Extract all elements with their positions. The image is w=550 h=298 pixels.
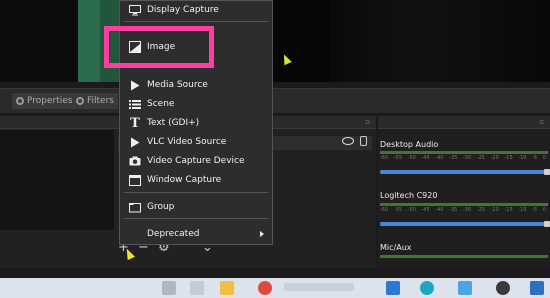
taskbar-search-text [284, 283, 354, 291]
obs-icon[interactable] [496, 281, 510, 295]
menu-item-video-capture-device[interactable]: Video Capture Device [120, 152, 272, 170]
gear-icon [16, 97, 24, 105]
menu-item-label: Group [147, 202, 175, 212]
scenes-list[interactable] [0, 130, 118, 230]
camera-icon [128, 154, 142, 168]
filters-label: Filters [87, 96, 114, 106]
monitor-icon [128, 3, 142, 17]
highlight-box [104, 26, 214, 68]
menu-item-label: Window Capture [147, 175, 222, 185]
dock-float-icon[interactable]: ▫ [539, 118, 544, 126]
list-icon [128, 97, 142, 111]
meter-scale: -60 -55 -50 -45 -40 -35 -30 -25 -20 -15 -10 -5 0 [380, 155, 546, 161]
app-icon[interactable] [190, 281, 204, 295]
menu-item-vlc-video-source[interactable]: VLC Video Source [120, 133, 272, 151]
vscode-icon[interactable] [386, 281, 400, 295]
video-preview-band [330, 0, 550, 82]
mixer-channel-name: Mic/Aux [380, 243, 412, 252]
filter-icon [76, 97, 84, 105]
app-icon[interactable] [458, 281, 472, 295]
menu-item-label: Scene [147, 99, 175, 109]
eye-icon[interactable] [342, 137, 354, 145]
properties-button[interactable]: Properties [12, 93, 77, 109]
submenu-arrow-icon [260, 231, 264, 237]
window-icon [128, 173, 142, 187]
menu-item-label: VLC Video Source [147, 137, 227, 147]
menu-item-label: Deprecated [147, 229, 200, 239]
menu-item-scene[interactable]: Scene [120, 95, 272, 113]
menu-item-display-capture[interactable]: Display Capture [120, 1, 272, 19]
menu-item-text-gdi[interactable]: T Text (GDI+) [120, 114, 272, 132]
mixer-channel-name: Desktop Audio [380, 140, 439, 149]
taskbar [0, 278, 550, 298]
menu-item-label: Video Capture Device [147, 156, 245, 166]
fader-handle[interactable] [544, 169, 550, 175]
menu-item-label: Media Source [147, 80, 208, 90]
mixer-channel-name: Logitech C920 [380, 191, 438, 200]
folder-icon[interactable] [220, 281, 234, 295]
volume-meter [380, 203, 548, 206]
menu-item-group[interactable]: Group [120, 198, 272, 216]
fader-handle[interactable] [544, 221, 550, 227]
menu-item-media-source[interactable]: Media Source [120, 76, 272, 94]
meter-scale: -60 -55 -50 -45 -40 -35 -30 -25 -20 -15 -10 -5 0 [380, 207, 546, 213]
menu-item-deprecated[interactable]: Deprecated [120, 225, 272, 243]
source-toolbar: Properties Filters [0, 88, 550, 113]
browser-icon[interactable] [258, 281, 272, 295]
volume-fader[interactable] [380, 170, 548, 174]
menu-item-label: Display Capture [147, 5, 219, 15]
app-icon[interactable] [530, 281, 544, 295]
text-icon: T [130, 115, 140, 131]
folder-icon [128, 200, 142, 214]
menu-item-label: Text (GDI+) [147, 118, 200, 128]
menu-separator [124, 192, 268, 193]
volume-meter [380, 255, 548, 258]
audio-mixer-header: ▫ [378, 116, 550, 129]
play-icon [128, 135, 142, 149]
volume-fader[interactable] [380, 222, 548, 226]
menu-item-window-capture[interactable]: Window Capture [120, 171, 272, 189]
taskview-icon[interactable] [162, 281, 176, 295]
scenes-dock [0, 116, 118, 268]
properties-label: Properties [27, 96, 73, 106]
lock-icon[interactable] [360, 136, 367, 146]
volume-meter [380, 151, 548, 154]
filters-button[interactable]: Filters [72, 93, 118, 109]
play-icon [128, 78, 142, 92]
preview-canvas [0, 0, 550, 82]
edge-icon[interactable] [420, 281, 434, 295]
scenes-dock-header [0, 116, 118, 129]
menu-separator [124, 218, 268, 219]
menu-separator [124, 21, 268, 22]
dock-float-icon[interactable]: ▫ [365, 118, 370, 126]
